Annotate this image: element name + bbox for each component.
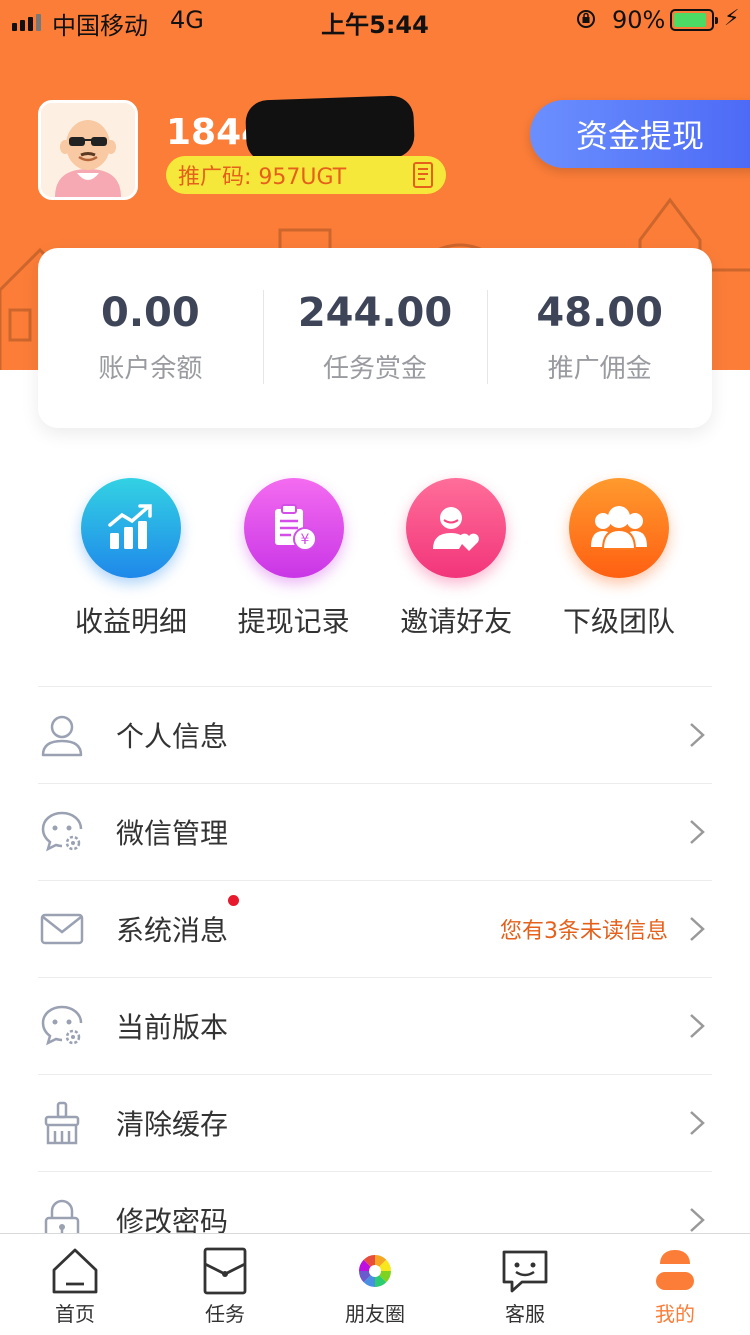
withdraw-button[interactable]: 资金提现 xyxy=(530,100,750,168)
task-icon xyxy=(203,1247,247,1295)
menu-item-system-messages[interactable]: 系统消息 您有3条未读信息 xyxy=(38,880,712,977)
svg-text:¥: ¥ xyxy=(300,532,309,548)
promo-code-badge[interactable]: 推广码: 957UGT xyxy=(166,156,446,194)
chevron-right-icon xyxy=(690,1208,705,1232)
stat-label: 任务赏金 xyxy=(323,354,428,384)
chevron-right-icon xyxy=(690,1014,705,1038)
moments-icon xyxy=(359,1255,391,1287)
chart-up-icon xyxy=(108,504,152,549)
action-earnings-detail[interactable]: 收益明细 xyxy=(50,478,212,640)
broom-icon xyxy=(44,1101,80,1145)
chevron-right-icon xyxy=(690,820,705,844)
battery-percent: 90% xyxy=(612,6,666,34)
menu-item-wechat-management[interactable]: 微信管理 xyxy=(38,783,712,880)
menu-item-label: 微信管理 xyxy=(116,817,229,850)
menu-item-label: 当前版本 xyxy=(116,1011,229,1044)
tab-mine[interactable]: 我的 xyxy=(600,1234,750,1335)
chevron-right-icon xyxy=(690,917,705,941)
action-label: 邀请好友 xyxy=(400,605,513,638)
menu-item-label: 个人信息 xyxy=(116,720,229,753)
stat-promo-commission[interactable]: 48.00 推广佣金 xyxy=(487,248,712,428)
tab-label: 客服 xyxy=(505,1302,545,1326)
action-invite-friends[interactable]: 邀请好友 xyxy=(375,478,537,640)
action-withdraw-record[interactable]: ¥ 提现记录 xyxy=(213,478,375,640)
rotation-lock-icon xyxy=(577,10,595,28)
tab-home[interactable]: 首页 xyxy=(0,1234,150,1335)
stat-account-balance[interactable]: 0.00 账户余额 xyxy=(38,248,263,428)
quick-actions: 收益明细 ¥ 提现记录 邀请好友 下级团队 xyxy=(50,478,700,640)
unread-dot xyxy=(228,895,239,906)
tab-label: 任务 xyxy=(205,1302,245,1326)
action-label: 下级团队 xyxy=(562,605,675,638)
stat-task-reward[interactable]: 244.00 任务赏金 xyxy=(262,248,488,428)
battery-icon xyxy=(670,9,718,31)
tab-label: 首页 xyxy=(55,1302,95,1326)
tab-label: 朋友圈 xyxy=(345,1302,405,1326)
team-icon xyxy=(590,506,647,550)
tab-moments[interactable]: 朋友圈 xyxy=(300,1234,450,1335)
invite-friend-icon xyxy=(433,507,480,551)
menu-item-clear-cache[interactable]: 清除缓存 xyxy=(38,1074,712,1171)
charging-icon: ⚡ xyxy=(724,6,740,31)
profile-icon xyxy=(656,1250,694,1290)
bottom-tab-bar: 首页 任务 朋友圈 客服 我的 xyxy=(0,1233,750,1335)
stat-label: 推广佣金 xyxy=(547,354,652,384)
status-bar: 中国移动 4G 上午5:44 90% ⚡ xyxy=(0,0,750,40)
chevron-right-icon xyxy=(690,723,705,747)
settings-menu: 个人信息 微信管理 系统消息 您有3条未读信息 当前版本 清除缓存 修改密码 xyxy=(38,686,712,1268)
tab-customer-service[interactable]: 客服 xyxy=(450,1234,600,1335)
stat-value: 0.00 xyxy=(100,290,200,336)
stat-value: 48.00 xyxy=(536,290,663,336)
stat-label: 账户余额 xyxy=(98,354,203,384)
copy-icon[interactable] xyxy=(412,161,436,189)
service-icon xyxy=(502,1250,548,1293)
menu-item-label: 清除缓存 xyxy=(116,1108,229,1141)
balance-card: 0.00 账户余额 244.00 任务赏金 48.00 推广佣金 xyxy=(38,248,712,428)
mail-icon xyxy=(40,913,84,945)
avatar-illustration xyxy=(41,103,135,197)
stat-value: 244.00 xyxy=(297,290,453,336)
home-icon xyxy=(52,1248,98,1294)
action-sub-team[interactable]: 下级团队 xyxy=(538,478,700,640)
wechat-settings-icon xyxy=(41,811,83,852)
tab-label: 我的 xyxy=(655,1302,695,1326)
menu-item-current-version[interactable]: 当前版本 xyxy=(38,977,712,1074)
redaction-mark xyxy=(244,95,416,163)
avatar[interactable] xyxy=(38,100,138,200)
menu-item-personal-info[interactable]: 个人信息 xyxy=(38,686,712,783)
version-icon xyxy=(41,1005,83,1046)
unread-hint: 您有3条未读信息 xyxy=(500,919,668,944)
action-label: 提现记录 xyxy=(237,605,350,638)
tab-tasks[interactable]: 任务 xyxy=(150,1234,300,1335)
withdraw-record-icon: ¥ xyxy=(274,504,317,551)
action-label: 收益明细 xyxy=(74,605,187,638)
menu-item-label: 系统消息 xyxy=(116,914,229,947)
promo-code-text: 推广码: 957UGT xyxy=(178,165,347,190)
chevron-right-icon xyxy=(690,1111,705,1135)
user-icon xyxy=(41,715,83,757)
